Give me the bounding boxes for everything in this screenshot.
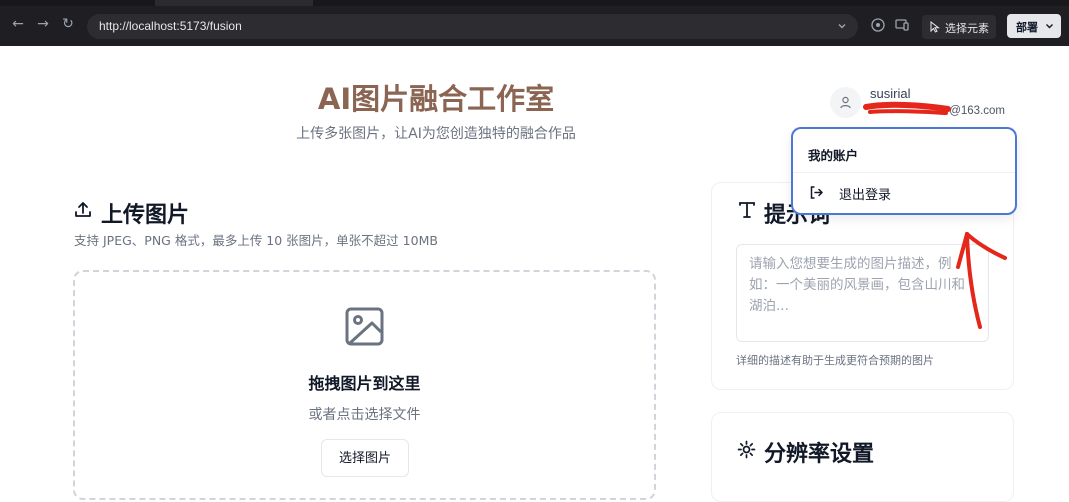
select-element-button[interactable]: 选择元素 — [922, 15, 996, 39]
resolution-title: 分辨率设置 — [764, 442, 875, 467]
devices-icon[interactable] — [894, 17, 910, 33]
page-subtitle: 上传多张图片，让AI为您创造独特的融合作品 — [296, 126, 576, 142]
drop-title: 拖拽图片到这里 — [308, 374, 421, 393]
logout-menu-item[interactable]: 退出登录 — [793, 175, 1015, 209]
image-icon — [345, 307, 384, 346]
browser-toolbar: ← → ↻ http://localhost:5173/fusion 选择元素 … — [0, 0, 1069, 46]
avatar[interactable] — [830, 87, 861, 118]
back-arrow-icon[interactable]: ← — [10, 16, 26, 32]
url-text: http://localhost:5173/fusion — [99, 19, 242, 33]
forward-arrow-icon[interactable]: → — [35, 16, 51, 32]
account-menu: 我的账户 退出登录 — [791, 127, 1017, 215]
drop-subtitle: 或者点击选择文件 — [308, 407, 421, 423]
select-element-label: 选择元素 — [945, 22, 989, 35]
text-type-icon — [739, 202, 755, 218]
account-menu-header: 我的账户 — [808, 148, 859, 163]
deploy-label: 部署 — [1016, 21, 1038, 34]
upload-title: 上传图片 — [101, 203, 190, 228]
reload-icon[interactable]: ↻ — [60, 16, 76, 32]
upload-icon — [75, 202, 91, 217]
cursor-select-icon — [930, 21, 940, 33]
logout-icon — [810, 186, 823, 199]
prompt-help: 详细的描述有助于生成更符合预期的图片 — [736, 354, 934, 367]
upload-hint: 支持 JPEG、PNG 格式，最多上传 10 张图片，单张不超过 10MB — [74, 233, 438, 248]
logout-label: 退出登录 — [839, 188, 892, 203]
redaction-scribble — [863, 101, 951, 115]
user-icon — [840, 96, 851, 109]
compass-icon[interactable] — [870, 17, 886, 33]
tab-strip — [0, 0, 1069, 6]
address-bar[interactable]: http://localhost:5173/fusion — [87, 14, 858, 39]
page-title: AI图片融合工作室 — [317, 82, 555, 116]
gear-icon — [737, 440, 756, 459]
chevron-down-icon — [1046, 24, 1053, 29]
active-tab[interactable] — [155, 0, 313, 6]
choose-image-button[interactable]: 选择图片 — [321, 439, 409, 477]
divider — [793, 172, 1015, 173]
annotation-arrow — [956, 232, 1007, 329]
chevron-down-icon[interactable] — [836, 20, 848, 32]
deploy-button[interactable]: 部署 — [1007, 14, 1061, 38]
